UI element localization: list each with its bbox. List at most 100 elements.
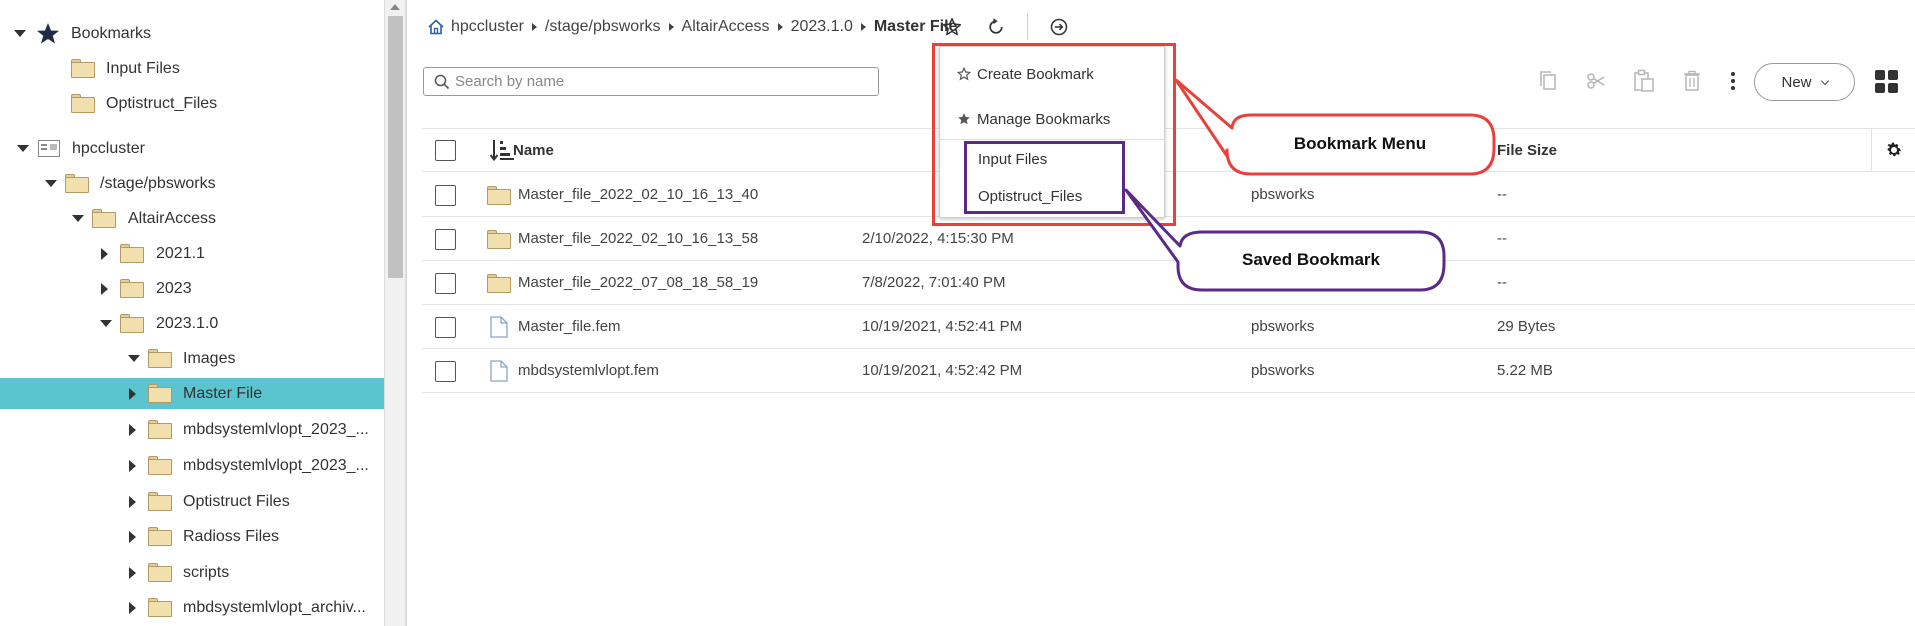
folder-icon	[148, 598, 172, 618]
new-button[interactable]: New	[1754, 63, 1855, 101]
tree-row-scripts[interactable]: scripts	[0, 557, 384, 588]
tree-label: AltairAccess	[128, 209, 217, 227]
caret-right-icon[interactable]	[97, 282, 111, 296]
tree-row-mbdsystem-2[interactable]: mbdsystemlvlopt_2023_...	[0, 450, 384, 481]
column-header-file-size[interactable]: File Size	[1497, 142, 1557, 159]
caret-right-icon[interactable]	[97, 247, 111, 261]
kebab-icon	[1731, 72, 1735, 90]
copy-button[interactable]	[1535, 68, 1561, 94]
tree-row-altairaccess[interactable]: AltairAccess	[0, 203, 384, 234]
new-button-label: New	[1781, 73, 1812, 91]
menu-item-label: Optistruct_Files	[978, 187, 1083, 205]
folder-icon	[65, 174, 89, 194]
row-checkbox[interactable]	[435, 273, 456, 294]
tree-row-mbdsystem-1[interactable]: mbdsystemlvlopt_2023_...	[0, 414, 384, 445]
scrollbar-thumb[interactable]	[388, 16, 403, 278]
tree-row-hpccluster[interactable]: hpccluster	[0, 133, 384, 164]
navigate-button[interactable]	[1046, 14, 1072, 40]
copy-icon	[1540, 71, 1556, 90]
star-filled-icon	[957, 112, 971, 126]
tree-label: hpccluster	[72, 139, 145, 157]
home-icon[interactable]	[427, 18, 445, 36]
caret-down-icon[interactable]	[44, 177, 58, 191]
breadcrumb-item[interactable]: AltairAccess	[682, 18, 770, 36]
sort-icon[interactable]	[489, 138, 515, 166]
cell-owner: pbsworks	[1251, 186, 1315, 203]
saved-bookmark-input-files[interactable]: Input Files	[940, 143, 1164, 175]
caret-right-icon[interactable]	[125, 566, 139, 580]
tree-row-2021-1[interactable]: 2021.1	[0, 238, 384, 269]
tree-label: Optistruct_Files	[106, 94, 218, 112]
chevron-right-icon	[668, 23, 674, 31]
caret-right-icon[interactable]	[125, 423, 139, 437]
folder-icon	[71, 94, 95, 114]
caret-down-icon[interactable]	[71, 212, 85, 226]
trash-icon	[1684, 70, 1700, 91]
search-input[interactable]	[455, 71, 865, 92]
cell-name[interactable]: Master_file_2022_07_08_18_58_19	[518, 274, 758, 291]
column-header-name[interactable]: Name	[513, 142, 554, 159]
folder-icon	[148, 527, 172, 547]
sidebar-scrollbar[interactable]	[384, 0, 406, 626]
refresh-button[interactable]	[983, 14, 1009, 40]
caret-down-icon[interactable]	[127, 352, 141, 366]
bookmark-star-button[interactable]	[939, 14, 965, 40]
caret-down-icon[interactable]	[99, 317, 113, 331]
paste-button[interactable]	[1631, 68, 1657, 94]
breadcrumb-item[interactable]: hpccluster	[451, 18, 524, 36]
more-options-button[interactable]	[1720, 68, 1746, 94]
tree-row-bookmark-input-files[interactable]: Input Files	[0, 53, 384, 84]
scroll-up-icon[interactable]	[390, 4, 400, 10]
folder-icon	[120, 279, 144, 299]
table-row[interactable]: Master_file_2022_02_10_16_13_58 2/10/202…	[422, 217, 1915, 261]
chevron-right-icon	[860, 23, 866, 31]
tree-row-stage[interactable]: /stage/pbsworks	[0, 168, 384, 199]
caret-right-icon[interactable]	[125, 459, 139, 473]
tree-label: Input Files	[106, 59, 180, 77]
row-checkbox[interactable]	[435, 361, 456, 382]
table-row[interactable]: Master_file.fem 10/19/2021, 4:52:41 PM p…	[422, 305, 1915, 349]
caret-right-icon[interactable]	[125, 387, 139, 401]
tree-row-radioss-files[interactable]: Radioss Files	[0, 521, 384, 552]
cut-button[interactable]	[1583, 68, 1609, 94]
delete-button[interactable]	[1679, 68, 1705, 94]
tree-row-optistruct-files[interactable]: Optistruct Files	[0, 486, 384, 517]
caret-right-icon[interactable]	[125, 601, 139, 615]
breadcrumb-item[interactable]: 2023.1.0	[791, 18, 853, 36]
caret-down-icon[interactable]	[16, 142, 30, 156]
row-checkbox[interactable]	[435, 317, 456, 338]
select-all-checkbox[interactable]	[435, 140, 456, 161]
tree-row-bookmark-optistruct[interactable]: Optistruct_Files	[0, 88, 384, 119]
row-checkbox[interactable]	[435, 229, 456, 250]
tree-row-2023-1-0[interactable]: 2023.1.0	[0, 308, 384, 339]
cell-name[interactable]: Master_file_2022_02_10_16_13_40	[518, 186, 758, 203]
tree-row-master-file[interactable]: Master File	[0, 378, 384, 409]
table-row[interactable]: mbdsystemlvlopt.fem 10/19/2021, 4:52:42 …	[422, 349, 1915, 393]
saved-bookmark-optistruct-files[interactable]: Optistruct_Files	[940, 180, 1164, 212]
cell-name[interactable]: Master_file.fem	[518, 318, 621, 335]
star-outline-icon	[956, 66, 972, 81]
tree-row-bookmarks[interactable]: Bookmarks	[0, 18, 384, 49]
column-settings-button[interactable]	[1871, 129, 1915, 171]
menu-item-create-bookmark[interactable]: Create Bookmark	[940, 57, 1164, 91]
tree-row-2023[interactable]: 2023	[0, 273, 384, 304]
caret-right-icon[interactable]	[125, 495, 139, 509]
caret-down-icon[interactable]	[13, 27, 27, 41]
tree-row-mbdsystem-archive[interactable]: mbdsystemlvlopt_archiv...	[0, 592, 384, 623]
caret-right-icon[interactable]	[125, 530, 139, 544]
grid-view-icon[interactable]	[1875, 70, 1899, 94]
folder-icon	[148, 492, 172, 512]
folder-icon	[148, 563, 172, 583]
table-row[interactable]: Master_file_2022_07_08_18_58_19 7/8/2022…	[422, 261, 1915, 305]
search-box[interactable]	[423, 67, 879, 96]
breadcrumb-item[interactable]: /stage/pbsworks	[545, 18, 661, 36]
tree-row-images[interactable]: Images	[0, 343, 384, 374]
cell-name[interactable]: Master_file_2022_02_10_16_13_58	[518, 230, 758, 247]
row-checkbox[interactable]	[435, 185, 456, 206]
cell-size: --	[1497, 186, 1507, 203]
tree-label: scripts	[183, 563, 230, 581]
table-row[interactable]: Master_file_2022_02_10_16_13_40 pbsworks…	[422, 173, 1915, 217]
cell-name[interactable]: mbdsystemlvlopt.fem	[518, 362, 659, 379]
cell-size: --	[1497, 230, 1507, 247]
menu-item-manage-bookmarks[interactable]: Manage Bookmarks	[940, 102, 1164, 136]
